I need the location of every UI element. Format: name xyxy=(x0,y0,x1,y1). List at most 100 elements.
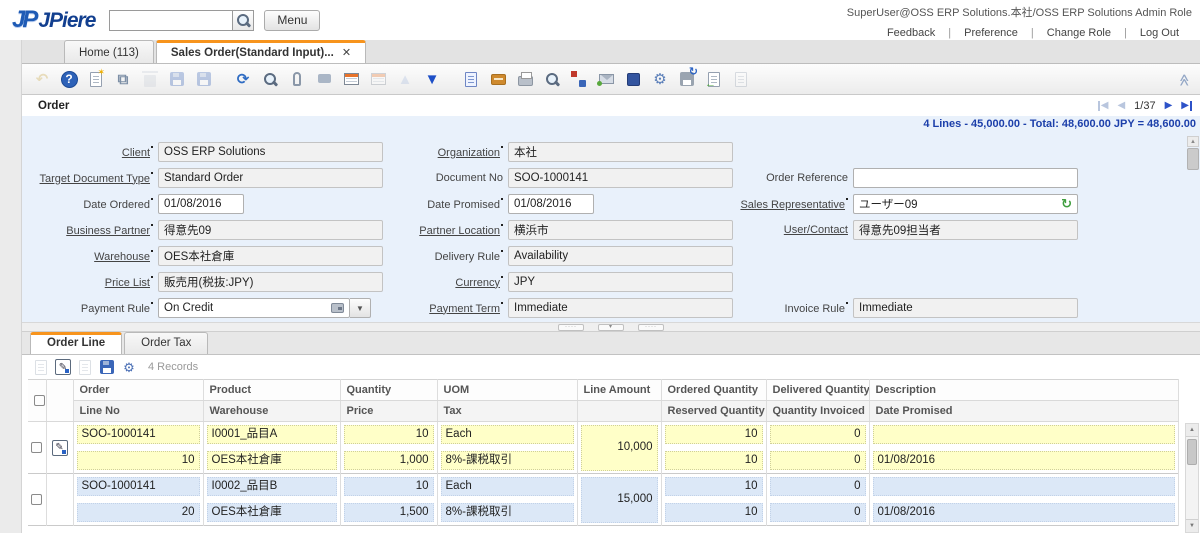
tax-cell[interactable]: 8%-課税取引 xyxy=(437,500,577,526)
new-record-icon[interactable] xyxy=(84,67,108,91)
column-header-delivered-quantity[interactable]: Delivered Quantity xyxy=(766,380,869,401)
ordered-quantity-cell[interactable]: 10 xyxy=(661,422,766,448)
select-all-checkbox[interactable] xyxy=(34,395,45,406)
uom-cell[interactable]: Each xyxy=(437,422,577,448)
column-header-tax[interactable]: Tax xyxy=(437,401,577,422)
product-cell[interactable]: I0002_品目B xyxy=(203,474,340,500)
column-header-uom[interactable]: UOM xyxy=(437,380,577,401)
row-indicator-cell[interactable] xyxy=(46,474,73,526)
row-indicator-cell[interactable]: ✎ xyxy=(46,422,73,474)
print-preview-icon[interactable] xyxy=(540,67,564,91)
window-tab-sales-order-standard-input[interactable]: Sales Order(Standard Input)...✕ xyxy=(156,40,366,63)
left-collapse-strip[interactable] xyxy=(0,40,22,533)
order-cell[interactable]: SOO-1000141 xyxy=(73,474,203,500)
export-icon[interactable] xyxy=(675,67,699,91)
header-link-log-out[interactable]: Log Out xyxy=(1127,27,1192,39)
global-search-input[interactable] xyxy=(109,10,233,31)
ordered-quantity-cell[interactable]: 10 xyxy=(661,474,766,500)
field-payment-rule[interactable]: On Credit xyxy=(158,298,350,318)
form-scrollbar[interactable]: ▲ xyxy=(1187,136,1199,318)
scroll-up-icon[interactable]: ▲ xyxy=(1187,136,1199,147)
field-date-ordered[interactable]: 01/08/2016 xyxy=(158,194,244,214)
column-header-line-amount[interactable]: Line Amount xyxy=(577,380,661,401)
splitter-grip[interactable]: ···· xyxy=(558,324,584,331)
quantity-invoiced-cell[interactable]: 0 xyxy=(766,448,869,474)
detail-record-icon[interactable]: ▼ xyxy=(420,67,444,91)
product-info-icon[interactable] xyxy=(621,67,645,91)
column-header-warehouse[interactable]: Warehouse xyxy=(203,401,340,422)
print-icon[interactable] xyxy=(513,67,537,91)
dropdown-button[interactable]: ▼ xyxy=(350,298,371,318)
row-select-cell[interactable] xyxy=(28,474,46,526)
column-header-order[interactable]: Order xyxy=(73,380,203,401)
workflow-icon[interactable] xyxy=(567,67,591,91)
field-label-currency[interactable]: Currency xyxy=(388,276,508,289)
copy-record-icon[interactable]: ⧉ xyxy=(111,67,135,91)
last-record-icon[interactable]: ▶ xyxy=(1181,101,1192,111)
file-import-icon[interactable] xyxy=(702,67,726,91)
edit-row-icon[interactable]: ✎ xyxy=(52,440,68,456)
attachment-icon[interactable] xyxy=(285,67,309,91)
column-header-line-no[interactable]: Line No xyxy=(73,401,203,422)
uom-cell[interactable]: Each xyxy=(437,474,577,500)
customize-grid-icon[interactable]: ⚙ xyxy=(120,358,138,376)
quantity-cell[interactable]: 10 xyxy=(340,422,437,448)
field-label-warehouse[interactable]: Warehouse xyxy=(28,250,158,263)
splitter-grip[interactable]: ···· xyxy=(638,324,664,331)
field-label-sales-representative[interactable]: Sales Representative xyxy=(738,198,853,211)
field-label-user-contact[interactable]: User/Contact xyxy=(738,224,853,236)
quantity-invoiced-cell[interactable]: 0 xyxy=(766,500,869,526)
line-amount-cell[interactable]: 10,000 xyxy=(577,422,661,474)
product-cell[interactable]: I0001_品目A xyxy=(203,422,340,448)
delivered-quantity-cell[interactable]: 0 xyxy=(766,474,869,500)
header-link-change-role[interactable]: Change Role xyxy=(1034,27,1124,39)
save-line-icon[interactable] xyxy=(98,358,116,376)
menu-button[interactable]: Menu xyxy=(264,10,320,31)
request-icon[interactable] xyxy=(594,67,618,91)
scrollbar-thumb[interactable] xyxy=(1187,148,1199,170)
process-icon[interactable]: ⚙ xyxy=(648,67,672,91)
panel-splitter[interactable]: ···· ▾ ···· xyxy=(22,322,1200,332)
reserved-quantity-cell[interactable]: 10 xyxy=(661,500,766,526)
scroll-down-icon[interactable]: ▼ xyxy=(1186,519,1198,532)
close-tab-icon[interactable]: ✕ xyxy=(342,46,351,59)
toolbar-collapse-icon[interactable]: ≪ xyxy=(1178,74,1192,85)
description-cell[interactable] xyxy=(869,422,1178,448)
reserved-quantity-cell[interactable]: 10 xyxy=(661,448,766,474)
global-search-button[interactable] xyxy=(233,10,254,31)
column-header-description[interactable]: Description xyxy=(869,380,1178,401)
order-line-row[interactable]: ✎SOO-1000141I0001_品目A10Each10,000100 xyxy=(28,422,1178,448)
date-promised-cell[interactable]: 01/08/2016 xyxy=(869,500,1178,526)
row-checkbox[interactable] xyxy=(31,494,42,505)
field-label-price-list[interactable]: Price List xyxy=(28,276,158,289)
window-tab-home-113[interactable]: Home (113) xyxy=(64,40,154,63)
description-cell[interactable] xyxy=(869,474,1178,500)
refresh-icon[interactable]: ⟳ xyxy=(231,67,255,91)
field-label-partner-location[interactable]: Partner Location xyxy=(388,224,508,237)
line-no-cell[interactable]: 20 xyxy=(73,500,203,526)
chat-icon[interactable] xyxy=(312,67,336,91)
scroll-up-icon[interactable]: ▲ xyxy=(1186,424,1198,437)
field-label-organization[interactable]: Organization xyxy=(388,146,508,159)
field-sales-representative[interactable]: ユーザー09↻ xyxy=(853,194,1078,214)
archive-icon[interactable] xyxy=(486,67,510,91)
field-order-reference[interactable] xyxy=(853,168,1078,188)
jpiere-logo[interactable]: JP JPiere xyxy=(12,6,95,34)
price-cell[interactable]: 1,500 xyxy=(340,500,437,526)
field-label-client[interactable]: Client xyxy=(28,146,158,159)
report-icon[interactable] xyxy=(459,67,483,91)
column-header-quantity[interactable]: Quantity xyxy=(340,380,437,401)
edit-toggle-icon[interactable]: ✎ xyxy=(54,358,72,376)
price-cell[interactable]: 1,000 xyxy=(340,448,437,474)
column-header-date-promised[interactable]: Date Promised xyxy=(869,401,1178,422)
warehouse-cell[interactable]: OES本社倉庫 xyxy=(203,448,340,474)
date-promised-cell[interactable]: 01/08/2016 xyxy=(869,448,1178,474)
tab-order-line[interactable]: Order Line xyxy=(30,332,122,354)
column-header-quantity-invoiced[interactable]: Quantity Invoiced xyxy=(766,401,869,422)
find-icon[interactable] xyxy=(258,67,282,91)
first-record-icon[interactable]: ◀ xyxy=(1098,101,1109,111)
column-header-product[interactable]: Product xyxy=(203,380,340,401)
warehouse-cell[interactable]: OES本社倉庫 xyxy=(203,500,340,526)
tab-order-tax[interactable]: Order Tax xyxy=(124,332,208,354)
line-amount-cell[interactable]: 15,000 xyxy=(577,474,661,526)
